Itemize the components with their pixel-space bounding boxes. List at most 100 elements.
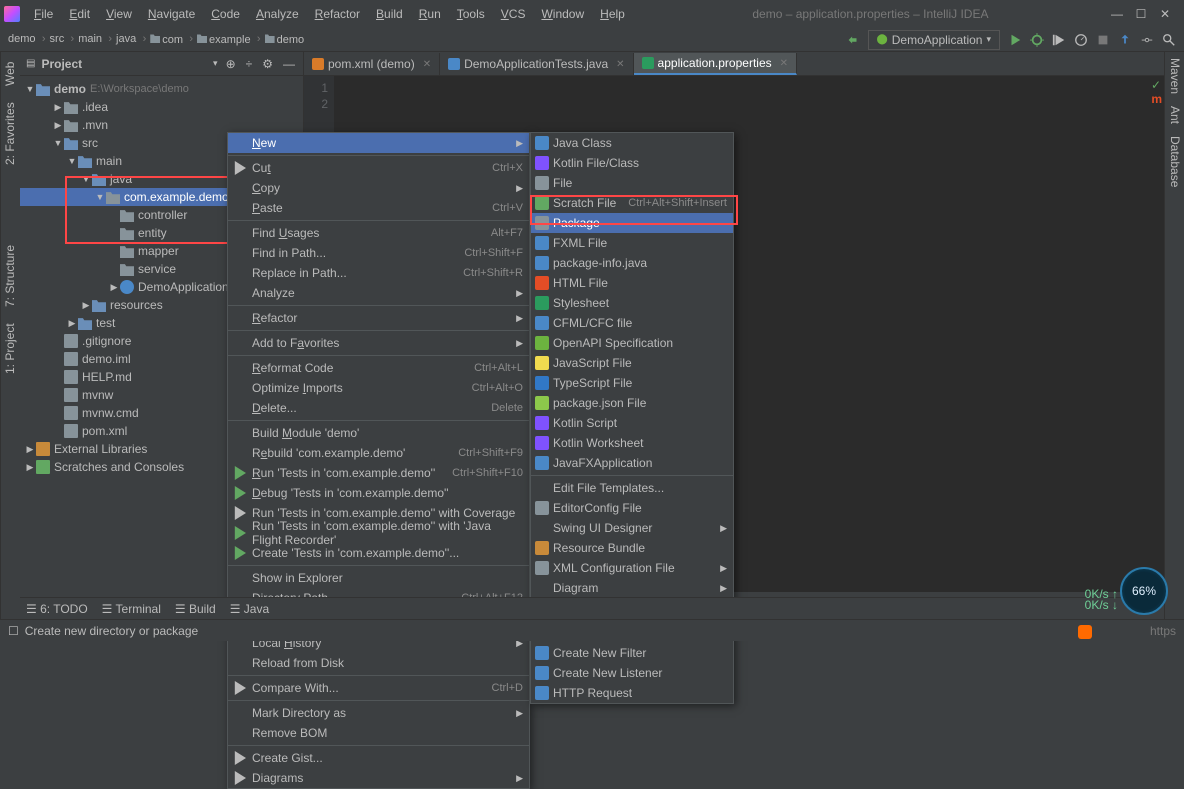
menu-item[interactable]: Create 'Tests in 'com.example.demo''... — [228, 543, 529, 563]
bottom-tab[interactable]: ☰ 6: TODO — [26, 602, 88, 616]
maximize-button[interactable]: ☐ — [1134, 7, 1148, 21]
menu-item[interactable]: Reload from Disk — [228, 653, 529, 673]
menu-item[interactable]: Refactor▶ — [228, 308, 529, 328]
coverage-icon[interactable] — [1052, 33, 1066, 47]
submenu-item[interactable]: CFML/CFC file — [531, 313, 733, 333]
menu-item[interactable]: New▶ — [228, 133, 529, 153]
menu-item[interactable]: CutCtrl+X — [228, 158, 529, 178]
close-button[interactable]: ✕ — [1158, 7, 1172, 21]
menu-item[interactable]: Rebuild 'com.example.demo'Ctrl+Shift+F9 — [228, 443, 529, 463]
menu-item[interactable]: Delete...Delete — [228, 398, 529, 418]
submenu-item[interactable]: Package — [531, 213, 733, 233]
submenu-item[interactable]: package.json File — [531, 393, 733, 413]
menu-run[interactable]: Run — [413, 3, 447, 25]
search-icon[interactable] — [1162, 33, 1176, 47]
tool-tab[interactable] — [3, 177, 18, 185]
menu-window[interactable]: Window — [535, 3, 590, 25]
close-tab-icon[interactable]: ✕ — [423, 59, 431, 70]
submenu-item[interactable]: Kotlin File/Class — [531, 153, 733, 173]
submenu-item[interactable]: JavaScript File — [531, 353, 733, 373]
bottom-tab[interactable]: ☰ Build — [175, 602, 216, 616]
settings-icon[interactable]: ⚙ — [260, 55, 275, 73]
menu-item[interactable]: Reformat CodeCtrl+Alt+L — [228, 358, 529, 378]
debug-icon[interactable] — [1030, 33, 1044, 47]
menu-analyze[interactable]: Analyze — [250, 3, 305, 25]
submenu-item[interactable]: Scratch FileCtrl+Alt+Shift+Insert — [531, 193, 733, 213]
stop-icon[interactable] — [1096, 33, 1110, 47]
run-config-selector[interactable]: ⬤ DemoApplication ▾ — [868, 30, 1000, 50]
tab[interactable]: DemoApplicationTests.java✕ — [440, 53, 633, 75]
menu-item[interactable]: Build Module 'demo' — [228, 423, 529, 443]
submenu-item[interactable]: File — [531, 173, 733, 193]
breadcrumb[interactable]: example — [197, 33, 261, 46]
tool-tab[interactable]: Ant — [1167, 106, 1182, 124]
submenu-item[interactable]: HTML File — [531, 273, 733, 293]
breadcrumb[interactable]: demo — [265, 33, 315, 46]
close-tab-icon[interactable]: ✕ — [780, 58, 788, 69]
tool-window-quick-access-icon[interactable]: ☐ — [8, 624, 19, 638]
bottom-tab[interactable]: ☰ Java — [230, 602, 269, 616]
tool-tab[interactable] — [3, 193, 18, 201]
breadcrumb[interactable]: src — [50, 33, 75, 46]
submenu-item[interactable]: EditorConfig File — [531, 498, 733, 518]
menu-item[interactable]: Compare With...Ctrl+D — [228, 678, 529, 698]
menu-code[interactable]: Code — [205, 3, 246, 25]
sogou-icon[interactable] — [1078, 625, 1092, 639]
menu-item[interactable]: Run 'Tests in 'com.example.demo''Ctrl+Sh… — [228, 463, 529, 483]
menu-item[interactable]: Diagrams▶ — [228, 768, 529, 788]
menu-build[interactable]: Build — [370, 3, 409, 25]
menu-item[interactable]: Mark Directory as▶ — [228, 703, 529, 723]
tab[interactable]: pom.xml (demo)✕ — [304, 53, 440, 75]
tab[interactable]: application.properties✕ — [634, 53, 797, 75]
submenu-item[interactable]: Java Class — [531, 133, 733, 153]
tree-root[interactable]: ▼ demo E:\Workspace\demo — [20, 80, 303, 98]
submenu-item[interactable]: Stylesheet — [531, 293, 733, 313]
build-icon[interactable] — [846, 33, 860, 47]
menu-item[interactable]: Remove BOM — [228, 723, 529, 743]
tool-tab[interactable] — [3, 209, 18, 217]
bottom-tab[interactable]: ☰ Terminal — [102, 602, 161, 616]
inspection-indicator[interactable]: ✓ — [1150, 78, 1162, 92]
menu-item[interactable]: PasteCtrl+V — [228, 198, 529, 218]
tool-tab[interactable]: 1: Project — [3, 319, 18, 378]
scroll-from-source-icon[interactable]: ⊕ — [224, 55, 238, 73]
menu-item[interactable]: Show in Explorer — [228, 568, 529, 588]
menu-help[interactable]: Help — [594, 3, 631, 25]
submenu-item[interactable]: Swing UI Designer▶ — [531, 518, 733, 538]
submenu-item[interactable]: Create New Filter — [531, 643, 733, 663]
submenu-item[interactable]: HTTP Request — [531, 683, 733, 703]
breadcrumb[interactable]: demo — [8, 33, 46, 46]
menu-view[interactable]: View — [100, 3, 138, 25]
menu-item[interactable]: Find in Path...Ctrl+Shift+F — [228, 243, 529, 263]
vcs-update-icon[interactable] — [1118, 33, 1132, 47]
menu-item[interactable]: Debug 'Tests in 'com.example.demo'' — [228, 483, 529, 503]
vcs-commit-icon[interactable] — [1140, 33, 1154, 47]
submenu-item[interactable]: OpenAPI Specification — [531, 333, 733, 353]
submenu-item[interactable]: Edit File Templates... — [531, 478, 733, 498]
menu-navigate[interactable]: Navigate — [142, 3, 201, 25]
tool-tab[interactable] — [3, 225, 18, 233]
menu-item[interactable]: Create Gist... — [228, 748, 529, 768]
profile-icon[interactable] — [1074, 33, 1088, 47]
menu-vcs[interactable]: VCS — [495, 3, 532, 25]
submenu-item[interactable]: package-info.java — [531, 253, 733, 273]
tool-tab[interactable]: 7: Structure — [3, 241, 18, 311]
tool-tab[interactable]: Maven — [1167, 58, 1182, 94]
maven-icon[interactable]: m — [1151, 92, 1162, 106]
menu-tools[interactable]: Tools — [451, 3, 491, 25]
tree-row[interactable]: ▶.idea — [20, 98, 303, 116]
minimize-button[interactable]: — — [1110, 7, 1124, 21]
submenu-item[interactable]: Kotlin Script — [531, 413, 733, 433]
menu-item[interactable]: Add to Favorites▶ — [228, 333, 529, 353]
tool-tab[interactable]: Database — [1167, 136, 1182, 187]
close-tab-icon[interactable]: ✕ — [616, 59, 624, 70]
tool-tab[interactable]: 2: Favorites — [3, 98, 18, 169]
collapse-icon[interactable]: ÷ — [244, 55, 255, 73]
submenu-item[interactable]: Resource Bundle — [531, 538, 733, 558]
performance-widget[interactable]: 66% — [1120, 567, 1168, 615]
breadcrumb[interactable]: com — [150, 33, 193, 46]
menu-edit[interactable]: Edit — [63, 3, 96, 25]
submenu-item[interactable]: FXML File — [531, 233, 733, 253]
submenu-item[interactable]: JavaFXApplication — [531, 453, 733, 473]
menu-file[interactable]: File — [28, 3, 59, 25]
